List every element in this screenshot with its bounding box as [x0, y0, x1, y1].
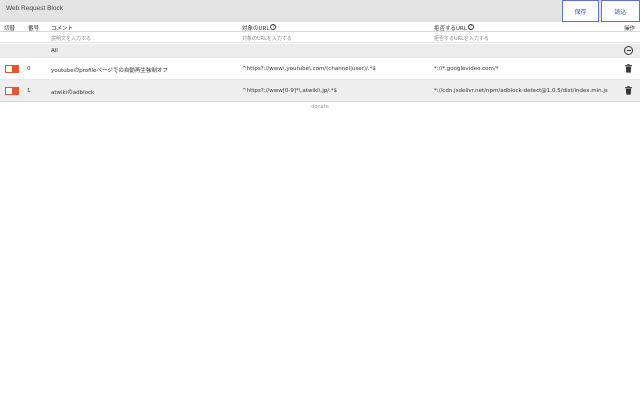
rule-target-url[interactable]: ^https?://www[0-9]*\.atwiki\.jp/.*$	[242, 88, 337, 94]
trash-icon[interactable]	[624, 64, 633, 73]
toggle-knob	[12, 88, 18, 94]
column-header-target-url-label: 対象のURL	[242, 26, 270, 32]
column-header-block-url-label: 拒否するURL	[434, 26, 467, 32]
enable-toggle[interactable]	[5, 87, 19, 95]
help-icon[interactable]: ?	[270, 24, 277, 30]
rule-number: 0	[27, 66, 31, 72]
add-icon[interactable]	[624, 46, 633, 55]
table-row-all: All	[0, 44, 640, 58]
load-button[interactable]: 読込	[601, 0, 640, 22]
table-header: 切替 番号 コメント 対象のURL? 拒否するURL? 操作	[0, 22, 640, 32]
column-header-target-url: 対象のURL?	[242, 24, 277, 32]
table-row: 0 youtubeのprofileページでの自動再生強制オフ ^https?:/…	[0, 58, 640, 80]
rule-number: 1	[27, 88, 31, 94]
column-header-number: 番号	[28, 26, 40, 32]
enable-toggle[interactable]	[5, 65, 19, 73]
rule-comment[interactable]: youtubeのprofileページでの自動再生強制オフ	[51, 66, 168, 74]
column-header-toggle: 切替	[4, 26, 16, 32]
column-header-block-url: 拒否するURL?	[434, 24, 474, 32]
rule-comment[interactable]: atwikiのadblock	[51, 88, 94, 96]
rule-target-url[interactable]: ^https?://www\.youtube\.com/(channel|use…	[242, 66, 376, 72]
save-button[interactable]: 保存	[562, 0, 599, 22]
top-bar: Web Request Block 保存 読込	[0, 0, 640, 22]
donate-link[interactable]: donate	[311, 104, 329, 110]
toggle-knob	[12, 66, 18, 72]
column-header-action: 操作	[624, 26, 636, 32]
help-icon[interactable]: ?	[467, 24, 474, 30]
target-url-input[interactable]: 対象のURLを入力する	[242, 35, 292, 42]
input-row: 説明文を入力する 対象のURLを入力する 拒否するURLを入力する	[0, 33, 640, 43]
block-url-input[interactable]: 拒否するURLを入力する	[434, 35, 489, 42]
comment-input[interactable]: 説明文を入力する	[51, 35, 91, 42]
all-label: All	[51, 48, 58, 54]
trash-icon[interactable]	[624, 86, 633, 95]
footer: donate	[0, 104, 640, 110]
column-header-comment: コメント	[51, 26, 74, 32]
table-row: 1 atwikiのadblock ^https?://www[0-9]*\.at…	[0, 80, 640, 102]
app-title: Web Request Block	[6, 5, 63, 12]
rule-block-url[interactable]: *://*.googlevideo.com/*	[434, 66, 498, 72]
rule-block-url[interactable]: *://cdn.jsdelivr.net/npm/adblock-detect@…	[434, 88, 608, 94]
